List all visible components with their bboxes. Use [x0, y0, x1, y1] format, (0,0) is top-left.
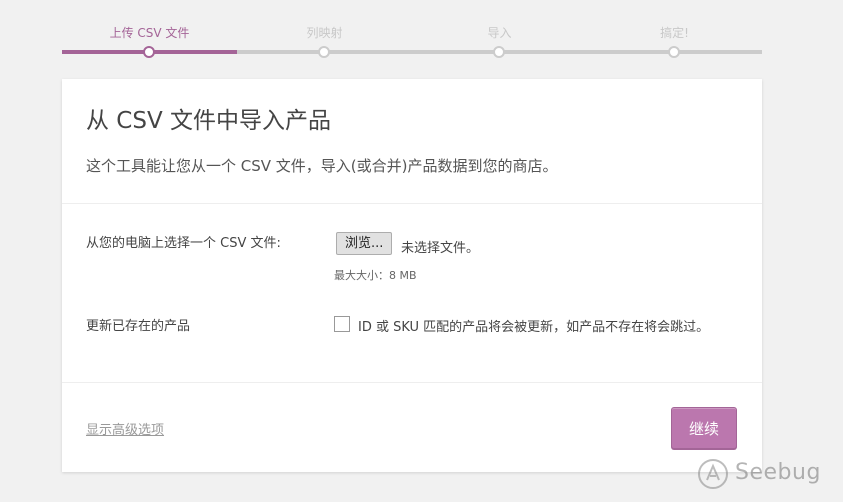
step-dot [668, 46, 680, 58]
continue-button[interactable]: 继续 [671, 407, 737, 449]
step-done: 搞定! [587, 0, 762, 60]
step-dot [143, 46, 155, 58]
step-label: 列映射 [306, 26, 343, 40]
update-existing-label: 更新已存在的产品 [86, 319, 191, 334]
page-description: 这个工具能让您从一个 CSV 文件，导入(或合并)产品数据到您的商店。 [86, 157, 558, 175]
show-advanced-options-link[interactable]: 显示高级选项 [86, 419, 164, 438]
step-label: 搞定! [660, 26, 689, 40]
step-dot [318, 46, 330, 58]
step-label: 上传 CSV 文件 [109, 26, 190, 40]
step-label: 导入 [487, 26, 512, 40]
card-body: 从您的电脑上选择一个 CSV 文件: 浏览... 未选择文件。 最大大小：8 M… [62, 204, 762, 383]
file-status-text: 未选择文件。 [401, 241, 480, 256]
file-select-label: 从您的电脑上选择一个 CSV 文件: [86, 236, 281, 251]
card-header: 从 CSV 文件中导入产品 这个工具能让您从一个 CSV 文件，导入(或合并)产… [62, 79, 762, 204]
step-column-mapping: 列映射 [237, 0, 412, 60]
update-existing-checkbox-label[interactable]: ID 或 SKU 匹配的产品将会被更新，如产品不存在将会跳过。 [358, 316, 709, 335]
import-card: 从 CSV 文件中导入产品 这个工具能让您从一个 CSV 文件，导入(或合并)产… [62, 79, 762, 472]
max-size-note: 最大大小：8 MB [334, 269, 417, 282]
watermark-text: Seebug [735, 460, 821, 485]
seebug-logo-icon [698, 459, 728, 489]
step-import: 导入 [412, 0, 587, 60]
step-dot [493, 46, 505, 58]
browse-button[interactable]: 浏览... [336, 232, 393, 255]
seebug-watermark: Seebug [697, 456, 822, 492]
update-existing-checkbox[interactable] [334, 316, 350, 332]
import-progress-steps: 上传 CSV 文件 列映射 导入 搞定! [62, 0, 762, 60]
page-title: 从 CSV 文件中导入产品 [86, 108, 332, 134]
step-upload-csv: 上传 CSV 文件 [62, 0, 237, 60]
